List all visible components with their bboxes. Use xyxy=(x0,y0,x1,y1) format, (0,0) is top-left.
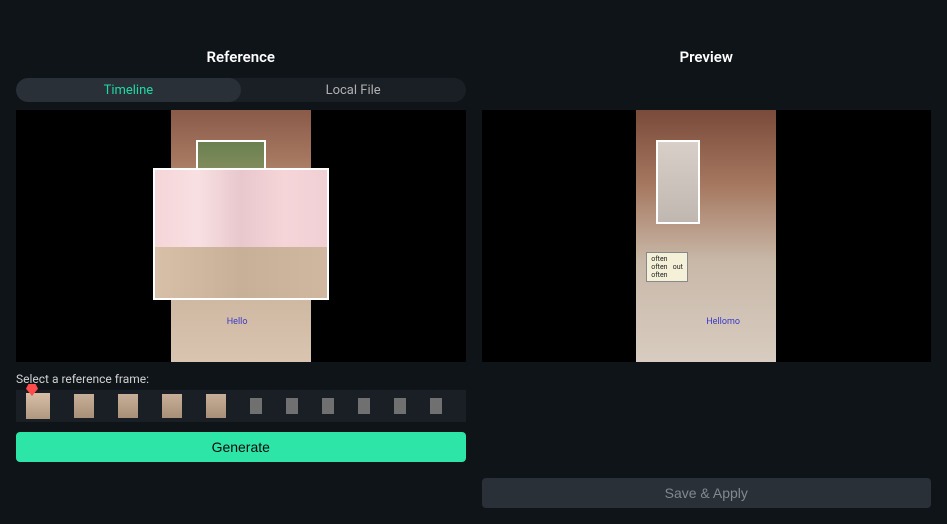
frame-select-label: Select a reference frame: xyxy=(16,372,466,386)
tab-timeline[interactable]: Timeline xyxy=(16,78,241,102)
save-apply-button: Save & Apply xyxy=(482,478,932,508)
preview-media-viewer: often often out often Hellomo xyxy=(482,110,932,362)
source-tab-bar: Timeline Local File xyxy=(16,78,466,102)
generate-button[interactable]: Generate xyxy=(16,432,466,462)
preview-fill xyxy=(482,362,932,478)
reference-media-viewer: Hello xyxy=(16,110,466,362)
preview-title: Preview xyxy=(482,48,932,66)
preview-overlay-image-1 xyxy=(656,140,700,224)
timeline-thumb[interactable] xyxy=(394,398,406,414)
preview-spacer xyxy=(482,78,932,110)
timeline-thumb[interactable] xyxy=(322,398,334,414)
timeline-thumb[interactable] xyxy=(430,398,442,414)
preview-label-strip: often often out often xyxy=(646,252,688,282)
timeline-thumb[interactable] xyxy=(206,394,226,418)
reference-overlay-image-2 xyxy=(153,168,329,300)
timeline-thumb[interactable] xyxy=(162,394,182,418)
preview-overlay-text: Hellomo xyxy=(706,317,740,327)
timeline-thumb[interactable] xyxy=(250,398,262,414)
reference-title: Reference xyxy=(16,48,466,66)
timeline-thumb[interactable] xyxy=(26,393,50,419)
timeline-thumb[interactable] xyxy=(358,398,370,414)
reference-overlay-text: Hello xyxy=(227,317,248,327)
preview-column: Preview often often out often Hellomo Sa… xyxy=(482,16,932,508)
timeline-thumb[interactable] xyxy=(118,394,138,418)
reference-base-frame: Hello xyxy=(171,110,311,362)
frame-timeline[interactable] xyxy=(16,390,466,422)
main-layout: Reference Timeline Local File Hello Sele… xyxy=(0,0,947,524)
preview-base-frame: often often out often Hellomo xyxy=(636,110,776,362)
timeline-thumb[interactable] xyxy=(74,394,94,418)
timeline-thumb[interactable] xyxy=(286,398,298,414)
tab-local-file[interactable]: Local File xyxy=(241,78,466,102)
reference-column: Reference Timeline Local File Hello Sele… xyxy=(16,16,466,508)
